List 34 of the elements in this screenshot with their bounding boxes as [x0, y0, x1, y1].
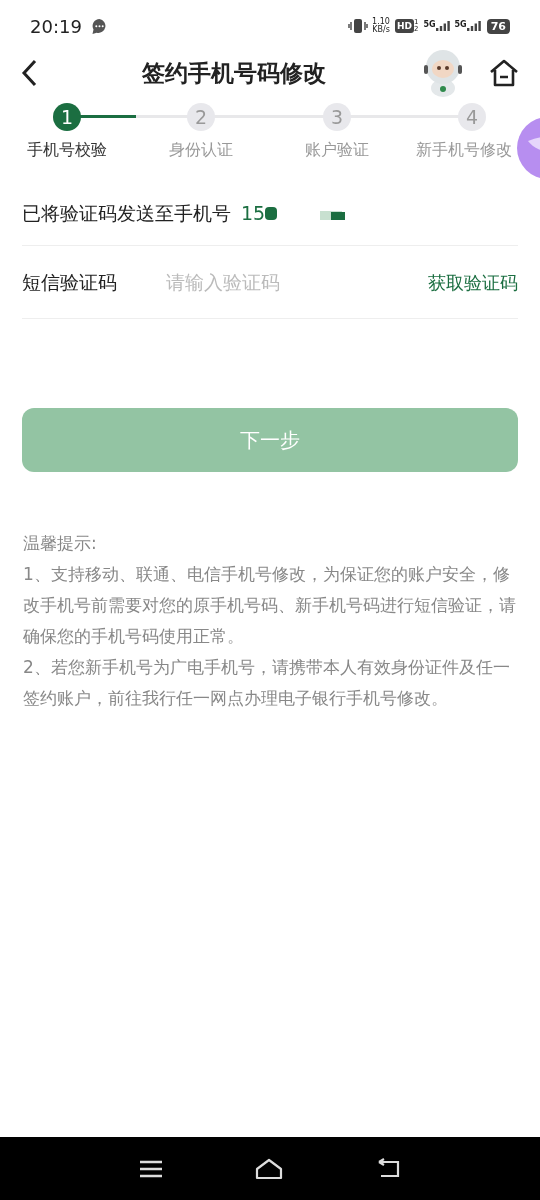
home-button[interactable] — [488, 57, 520, 89]
step-label: 手机号校验 — [26, 139, 108, 161]
clock: 20:19 — [30, 14, 82, 39]
step-number: 2 — [187, 103, 215, 131]
phone-number: 15 — [241, 201, 266, 227]
menu-icon[interactable] — [139, 1158, 163, 1179]
step-number: 3 — [323, 103, 351, 131]
step-label: 新手机号修改 — [415, 139, 513, 161]
back-icon — [20, 59, 38, 87]
hd-badge: HD — [394, 19, 414, 33]
step-label: 账户验证 — [304, 139, 370, 161]
step-number: 4 — [458, 103, 486, 131]
chat-icon — [90, 17, 108, 35]
tip-paragraph: 1、支持移动、联通、电信手机号修改，为保证您的账户安全，修改手机号前需要对您的原手机号码、新手机号码进行短信验证，请确保您的手机号码使用正常。 — [23, 563, 517, 648]
sent-label: 已将验证码发送至手机号 — [22, 201, 231, 227]
signal-icon — [466, 21, 481, 31]
step-label: 身份认证 — [168, 139, 234, 161]
tip-paragraph: 2、若您新手机号为广电手机号，请携带本人有效身份证件及任一签约账户，前往我行任一网点办理电子银行手机号修改。 — [23, 656, 511, 710]
page-title: 签约手机号码修改 — [142, 58, 326, 88]
code-input-field[interactable]: 请输入验证码 — [166, 267, 428, 297]
network-label: 5G — [423, 21, 436, 29]
home-icon — [489, 59, 519, 87]
get-code-link[interactable]: 获取验证码 — [428, 268, 518, 296]
tips-title: 温馨提示: — [23, 532, 98, 555]
step-number: 1 — [53, 103, 81, 131]
home-icon[interactable] — [255, 1157, 283, 1180]
network-label: 5G — [454, 21, 467, 29]
signal-icon — [435, 21, 450, 31]
speed-value: 1.10 — [372, 18, 390, 26]
battery-indicator: 76 — [486, 18, 510, 34]
vibrate-icon — [348, 18, 369, 34]
floating-assistant-icon[interactable] — [516, 117, 540, 179]
speed-unit: KB/s — [372, 26, 390, 34]
code-label: 短信验证码 — [22, 269, 118, 295]
